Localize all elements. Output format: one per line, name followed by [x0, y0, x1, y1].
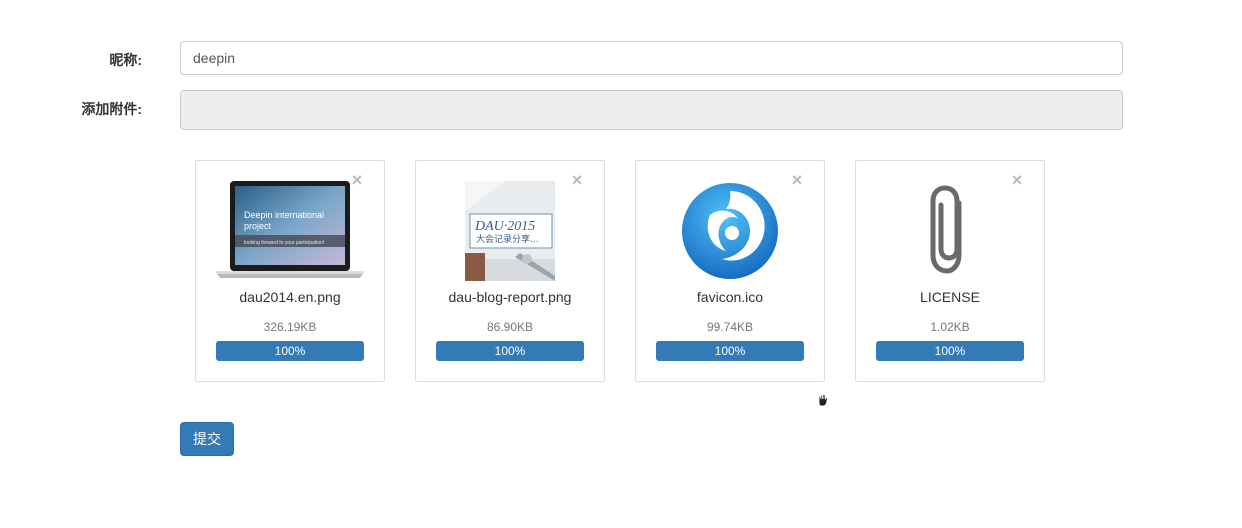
- hand-cursor-icon: [815, 392, 833, 410]
- file-size: 86.90KB: [486, 320, 534, 334]
- file-name: LICENSE: [920, 289, 980, 305]
- thumbnail-text: DAU·2015: [474, 219, 535, 234]
- file-card: × Deepin international project looking f…: [195, 160, 385, 382]
- submit-button[interactable]: 提交: [180, 422, 234, 456]
- file-size: 326.19KB: [263, 320, 317, 334]
- progress-bar: 100%: [656, 341, 804, 361]
- progress-bar: 100%: [436, 341, 584, 361]
- file-card: × favicon.ico 99.74KB 100%: [635, 160, 825, 382]
- thumbnail-text: 大会记录分享...: [476, 233, 539, 245]
- upload-progress: 100%: [436, 341, 584, 361]
- thumbnail-text: Deepin international: [244, 210, 324, 220]
- attachment-label: 添加附件:: [81, 101, 142, 117]
- progress-bar: 100%: [876, 341, 1024, 361]
- file-name: favicon.ico: [696, 289, 764, 305]
- file-card: × DAU·2015 大会记录分享... dau-blog-report.png…: [415, 160, 605, 382]
- upload-progress: 100%: [656, 341, 804, 361]
- nickname-input[interactable]: [180, 41, 1123, 75]
- upload-progress: 100%: [216, 341, 364, 361]
- paperclip-icon: [876, 181, 1024, 281]
- deepin-logo-icon: [656, 181, 804, 281]
- thumbnail-text: project: [244, 221, 272, 231]
- file-size: 99.74KB: [706, 320, 754, 334]
- file-card: × LICENSE 1.02KB 100%: [855, 160, 1045, 382]
- thumbnail-text: looking forward to your participation!: [244, 240, 324, 246]
- file-name: dau-blog-report.png: [448, 289, 572, 305]
- progress-bar: 100%: [216, 341, 364, 361]
- upload-progress: 100%: [876, 341, 1024, 361]
- nickname-label: 昵称:: [109, 52, 142, 68]
- laptop-screenshot-image: Deepin international project looking for…: [216, 181, 364, 281]
- file-name: dau2014.en.png: [239, 289, 341, 305]
- attachment-field[interactable]: [180, 90, 1123, 130]
- report-image: DAU·2015 大会记录分享...: [436, 181, 584, 281]
- file-size: 1.02KB: [930, 320, 970, 334]
